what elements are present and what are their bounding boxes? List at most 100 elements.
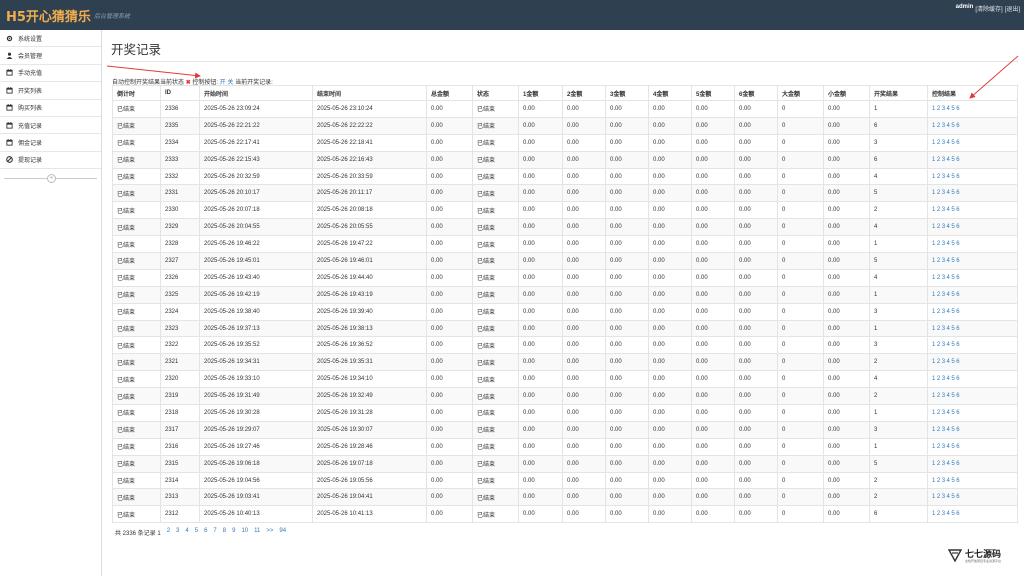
control-result-link[interactable]: 4 xyxy=(947,106,950,112)
control-result-link[interactable]: 2 xyxy=(937,275,940,281)
pagination-last[interactable]: 94 xyxy=(279,528,286,537)
control-result-link[interactable]: 2 xyxy=(937,241,940,247)
control-result-link[interactable]: 5 xyxy=(951,359,954,365)
control-result-link[interactable]: 4 xyxy=(947,478,950,484)
control-result-link[interactable]: 3 xyxy=(942,511,945,517)
control-result-link[interactable]: 2 xyxy=(937,106,940,112)
control-result-link[interactable]: 4 xyxy=(947,359,950,365)
control-result-link[interactable]: 4 xyxy=(947,410,950,416)
control-result-link[interactable]: 6 xyxy=(956,444,959,450)
control-result-link[interactable]: 5 xyxy=(951,444,954,450)
control-result-link[interactable]: 5 xyxy=(951,258,954,264)
control-result-link[interactable]: 4 xyxy=(947,461,950,467)
control-result-link[interactable]: 5 xyxy=(951,494,954,500)
control-result-link[interactable]: 5 xyxy=(951,106,954,112)
control-result-link[interactable]: 1 xyxy=(932,224,935,230)
control-result-link[interactable]: 4 xyxy=(947,427,950,433)
brand-title[interactable]: H5开心猜猜乐 xyxy=(6,6,91,25)
control-result-link[interactable]: 3 xyxy=(942,123,945,129)
control-result-link[interactable]: 5 xyxy=(951,478,954,484)
control-result-link[interactable]: 2 xyxy=(937,326,940,332)
control-result-link[interactable]: 6 xyxy=(956,309,959,315)
control-result-link[interactable]: 3 xyxy=(942,275,945,281)
control-result-link[interactable]: 4 xyxy=(947,511,950,517)
control-result-link[interactable]: 6 xyxy=(956,359,959,365)
control-result-link[interactable]: 2 xyxy=(937,140,940,146)
control-result-link[interactable]: 1 xyxy=(932,427,935,433)
control-result-link[interactable]: 2 xyxy=(937,393,940,399)
control-result-link[interactable]: 3 xyxy=(942,292,945,298)
control-result-link[interactable]: 3 xyxy=(942,410,945,416)
control-result-link[interactable]: 5 xyxy=(951,427,954,433)
sidebar-item-0[interactable]: 系统设置 xyxy=(0,30,101,48)
control-result-link[interactable]: 1 xyxy=(932,241,935,247)
control-result-link[interactable]: 6 xyxy=(956,275,959,281)
control-result-link[interactable]: 4 xyxy=(947,326,950,332)
control-result-link[interactable]: 6 xyxy=(956,461,959,467)
control-result-link[interactable]: 2 xyxy=(937,157,940,163)
control-result-link[interactable]: 2 xyxy=(937,207,940,213)
control-result-link[interactable]: 1 xyxy=(932,190,935,196)
logout-link[interactable]: [退出] xyxy=(1005,4,1020,13)
control-result-link[interactable]: 2 xyxy=(937,309,940,315)
control-result-link[interactable]: 6 xyxy=(956,174,959,180)
control-result-link[interactable]: 3 xyxy=(942,106,945,112)
control-result-link[interactable]: 1 xyxy=(932,106,935,112)
control-result-link[interactable]: 1 xyxy=(932,359,935,365)
control-result-link[interactable]: 2 xyxy=(937,511,940,517)
control-result-link[interactable]: 3 xyxy=(942,140,945,146)
control-result-link[interactable]: 3 xyxy=(942,393,945,399)
control-result-link[interactable]: 3 xyxy=(942,224,945,230)
control-result-link[interactable]: 5 xyxy=(951,309,954,315)
control-result-link[interactable]: 5 xyxy=(951,292,954,298)
pagination-page-link[interactable]: 11 xyxy=(254,528,260,537)
control-result-link[interactable]: 6 xyxy=(956,427,959,433)
pagination-page-link[interactable]: 6 xyxy=(204,528,207,537)
control-result-link[interactable]: 2 xyxy=(937,376,940,382)
pagination-page-link[interactable]: 8 xyxy=(223,528,226,537)
control-result-link[interactable]: 4 xyxy=(947,309,950,315)
pagination-page-link[interactable]: 2 xyxy=(167,528,170,537)
control-result-link[interactable]: 2 xyxy=(937,190,940,196)
control-result-link[interactable]: 5 xyxy=(951,275,954,281)
control-result-link[interactable]: 6 xyxy=(956,207,959,213)
sidebar-item-5[interactable]: 充值记录 xyxy=(0,117,101,135)
control-result-link[interactable]: 5 xyxy=(951,174,954,180)
control-result-link[interactable]: 3 xyxy=(942,359,945,365)
control-result-link[interactable]: 3 xyxy=(942,157,945,163)
control-result-link[interactable]: 1 xyxy=(932,140,935,146)
control-result-link[interactable]: 4 xyxy=(947,123,950,129)
control-result-link[interactable]: 5 xyxy=(951,140,954,146)
control-result-link[interactable]: 4 xyxy=(947,140,950,146)
control-result-link[interactable]: 1 xyxy=(932,410,935,416)
control-result-link[interactable]: 3 xyxy=(942,309,945,315)
control-result-link[interactable]: 6 xyxy=(956,393,959,399)
control-result-link[interactable]: 5 xyxy=(951,393,954,399)
control-result-link[interactable]: 6 xyxy=(956,376,959,382)
control-result-link[interactable]: 4 xyxy=(947,275,950,281)
control-result-link[interactable]: 2 xyxy=(937,461,940,467)
control-result-link[interactable]: 3 xyxy=(942,174,945,180)
control-result-link[interactable]: 3 xyxy=(942,494,945,500)
control-result-link[interactable]: 5 xyxy=(951,190,954,196)
control-result-link[interactable]: 2 xyxy=(937,427,940,433)
control-result-link[interactable]: 6 xyxy=(956,342,959,348)
control-result-link[interactable]: 1 xyxy=(932,207,935,213)
control-result-link[interactable]: 6 xyxy=(956,157,959,163)
control-result-link[interactable]: 4 xyxy=(947,444,950,450)
control-result-link[interactable]: 1 xyxy=(932,444,935,450)
control-result-link[interactable]: 3 xyxy=(942,190,945,196)
control-result-link[interactable]: 6 xyxy=(956,292,959,298)
control-result-link[interactable]: 6 xyxy=(956,140,959,146)
control-result-link[interactable]: 5 xyxy=(951,157,954,163)
control-result-link[interactable]: 2 xyxy=(937,174,940,180)
control-result-link[interactable]: 1 xyxy=(932,326,935,332)
control-result-link[interactable]: 4 xyxy=(947,157,950,163)
control-result-link[interactable]: 2 xyxy=(937,342,940,348)
pagination-page-link[interactable]: 3 xyxy=(176,528,179,537)
control-result-link[interactable]: 4 xyxy=(947,376,950,382)
control-result-link[interactable]: 5 xyxy=(951,342,954,348)
sidebar-item-4[interactable]: 购买列表 xyxy=(0,100,101,117)
control-result-link[interactable]: 5 xyxy=(951,207,954,213)
control-result-link[interactable]: 5 xyxy=(951,224,954,230)
